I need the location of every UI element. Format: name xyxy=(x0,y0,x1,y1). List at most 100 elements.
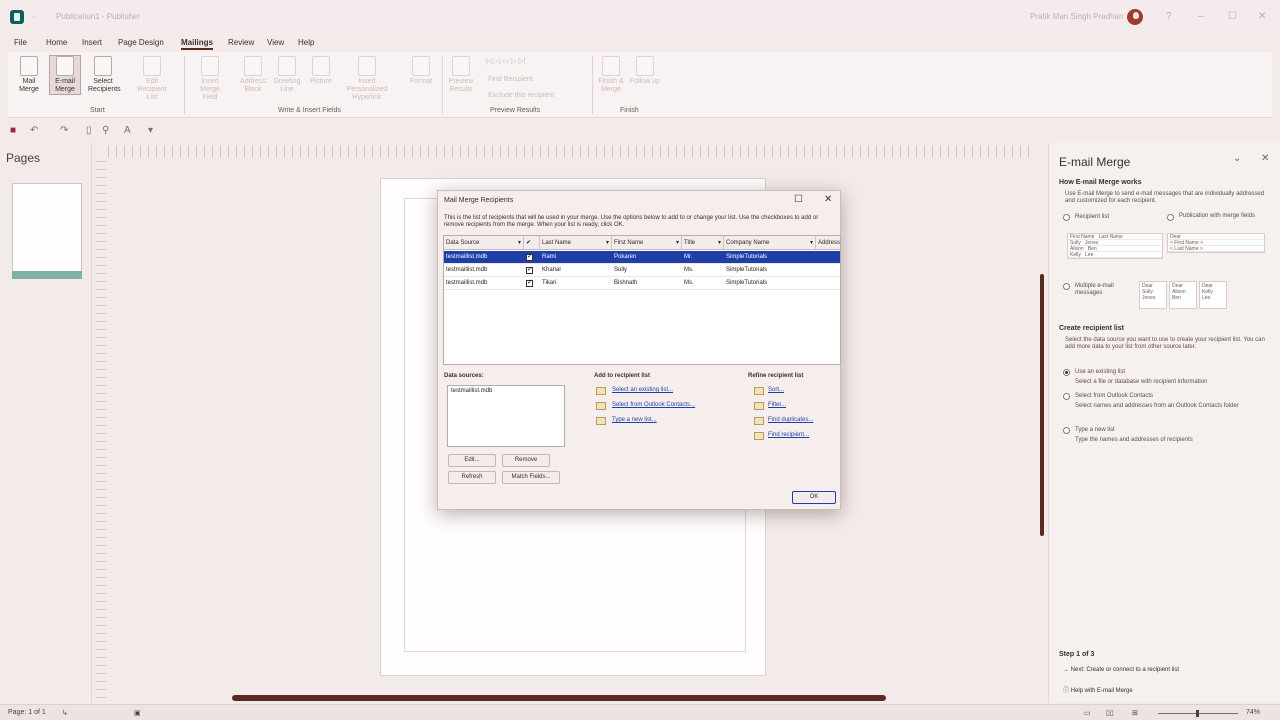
horizontal-scrollbar[interactable] xyxy=(232,695,886,701)
column-header-last-name[interactable]: Last Name ▾ xyxy=(540,236,612,250)
tab-page-design[interactable]: Page Design xyxy=(118,38,164,47)
zoom-level[interactable]: 74% xyxy=(1246,709,1260,716)
next-step-link[interactable]: → Next: Create or connect to a recipient… xyxy=(1063,667,1179,673)
cell-company: SimpleTutorials xyxy=(726,280,768,286)
type-new-list-desc: Type the names and addresses of recipien… xyxy=(1075,437,1193,443)
email-merge-button[interactable]: E-mail Merge xyxy=(49,55,81,95)
tab-review[interactable]: Review xyxy=(228,38,254,47)
address-block-button[interactable]: Address Block xyxy=(238,56,268,94)
save-icon[interactable]: ■ xyxy=(10,125,16,136)
task-pane-close-icon[interactable]: ✕ xyxy=(1261,153,1269,164)
tab-view[interactable]: View xyxy=(267,38,284,47)
insert-merge-field-button[interactable]: Insert Merge Field xyxy=(192,56,228,102)
recipients-grid[interactable]: Data Source ▾ ✔ Last Name ▾ First Name ▾ Ti… xyxy=(443,235,841,365)
mini-header: Last Name xyxy=(1098,234,1123,240)
column-header-title[interactable]: Title ▾ xyxy=(682,236,724,250)
find-duplicates-link[interactable]: Find duplicates... xyxy=(768,417,813,423)
match-fields-button[interactable]: Match Fields... xyxy=(502,471,560,484)
close-button[interactable]: ✕ xyxy=(1258,11,1266,22)
type-new-list-label[interactable]: Type a new list xyxy=(1075,427,1280,434)
vertical-scrollbar[interactable] xyxy=(1040,274,1044,536)
mail-merge-button[interactable]: Mail Merge xyxy=(14,56,44,94)
user-avatar[interactable] xyxy=(1127,9,1143,25)
follow-up-button[interactable]: Follow up xyxy=(630,56,660,86)
picture-button[interactable]: Picture xyxy=(306,56,336,86)
table-row[interactable]: testmaillist.mdb Khanal Sully Ms. Simple… xyxy=(444,264,840,277)
use-existing-list-label[interactable]: Use an existing list xyxy=(1075,369,1280,376)
select-outlook-contacts-link[interactable]: Select from Outlook Contacts... xyxy=(612,402,695,408)
column-header-company-name[interactable]: Company Name ▾ xyxy=(724,236,816,250)
column-header-address[interactable]: Address xyxy=(816,236,840,250)
row-checkbox[interactable] xyxy=(526,252,533,261)
ok-button[interactable]: OK xyxy=(792,491,836,504)
table-row[interactable]: testmaillist.mdb Rami Pokaren Mr. Simple… xyxy=(444,251,840,264)
email-merge-task-pane: E-mail Merge ⌄ ✕ How E-mail Merge works … xyxy=(1048,143,1280,703)
column-header-data-source[interactable]: Data Source ▾ xyxy=(444,236,524,250)
title-bar: ◦ Publication1 - Publisher Pratik Man Si… xyxy=(0,0,1280,34)
row-checkbox[interactable] xyxy=(526,265,533,274)
column-header-check[interactable]: ✔ xyxy=(524,236,540,250)
dialog-maximize-button[interactable]: ☐ xyxy=(794,194,803,205)
redo-icon[interactable]: ↷ xyxy=(60,125,68,136)
select-existing-list-link[interactable]: Select an existing list... xyxy=(612,387,673,393)
minimize-button[interactable]: – xyxy=(1198,11,1204,22)
user-name[interactable]: Pratik Man Singh Pradhan xyxy=(1030,12,1123,21)
tab-mailings[interactable]: Mailings xyxy=(181,38,214,50)
email-merge-label: E-mail Merge xyxy=(55,78,75,93)
single-page-view-icon[interactable]: ▭ xyxy=(1084,709,1091,717)
table-row[interactable]: testmaillist.mdb Tikari Bishnath Ms. Sim… xyxy=(444,277,840,290)
refresh-button[interactable]: Refresh xyxy=(448,471,496,484)
two-page-view-icon[interactable]: ▯▯ xyxy=(1106,709,1114,717)
exclude-recipient-button[interactable]: Exclude this recipient xyxy=(488,92,554,99)
type-new-list-radio[interactable] xyxy=(1063,427,1070,434)
insert-merge-field-icon xyxy=(201,56,219,76)
find-recipient-link[interactable]: Find recipient... xyxy=(768,432,809,438)
fit-page-icon[interactable]: ⊞ xyxy=(1132,709,1138,717)
use-existing-list-radio[interactable] xyxy=(1063,369,1070,376)
preview-results-button[interactable]: Preview Results xyxy=(446,56,476,94)
column-header-label: Company Name xyxy=(726,240,770,246)
edit-button[interactable]: Edit... xyxy=(448,454,496,467)
undo-icon[interactable]: ↶ xyxy=(30,125,38,136)
tab-file[interactable]: File xyxy=(14,38,27,47)
record-nav-controls[interactable]: |◁ ◁ ▭ ▷ ▷| xyxy=(486,57,526,65)
print-preview-icon[interactable]: ⚲ xyxy=(102,125,109,136)
insert-personalized-hyperlink-button[interactable]: Insert Personalized Hyperlink xyxy=(340,56,394,102)
chevron-down-icon[interactable]: ⌄ xyxy=(1233,153,1241,164)
finish-merge-button[interactable]: Finish & Merge xyxy=(596,56,626,94)
select-recipients-button[interactable]: Select Recipients xyxy=(88,56,121,94)
tab-insert[interactable]: Insert xyxy=(82,38,102,47)
zoom-slider-thumb[interactable] xyxy=(1196,710,1199,717)
column-header-first-name[interactable]: First Name ▾ xyxy=(612,236,682,250)
edit-recipient-list-button[interactable]: Edit Recipient List xyxy=(132,56,172,102)
cell-data-source: testmaillist.mdb xyxy=(446,254,488,260)
type-new-list-link[interactable]: Type a new list... xyxy=(612,417,657,423)
column-header-label: First Name xyxy=(614,240,644,246)
task-pane-title: E-mail Merge xyxy=(1059,155,1131,169)
sort-link[interactable]: Sort... xyxy=(768,387,784,393)
autosave-icon[interactable]: ◦ xyxy=(32,12,35,22)
preview-results-icon xyxy=(452,56,470,76)
find-recipient-button[interactable]: Find Recipient xyxy=(488,76,533,83)
maximize-button[interactable]: ☐ xyxy=(1228,11,1237,22)
data-sources-list[interactable]: testmaillist.mdb xyxy=(447,385,565,447)
row-checkbox[interactable] xyxy=(526,278,533,287)
font-color-icon[interactable]: A xyxy=(124,125,131,136)
help-icon[interactable]: ? xyxy=(1166,11,1172,22)
outlook-contacts-label[interactable]: Select from Outlook Contacts xyxy=(1075,393,1280,400)
tab-help[interactable]: Help xyxy=(298,38,314,47)
data-source-item[interactable]: testmaillist.mdb xyxy=(451,388,492,394)
greeting-line-button[interactable]: Greeting Line xyxy=(272,56,302,94)
tab-home[interactable]: Home xyxy=(46,38,67,47)
filter-link[interactable]: Filter... xyxy=(768,402,786,408)
page-thumbnail[interactable] xyxy=(12,183,82,279)
page-indicator[interactable]: Page: 1 of 1 xyxy=(8,709,46,716)
customize-qat-icon[interactable]: ▾ xyxy=(148,125,153,136)
outlook-contacts-radio[interactable] xyxy=(1063,393,1070,400)
new-icon[interactable]: ▯ xyxy=(86,125,92,136)
dropdown-arrow-icon: ▾ xyxy=(717,240,721,246)
dialog-close-button[interactable]: ✕ xyxy=(824,194,832,205)
remove-button[interactable]: Remove xyxy=(502,454,550,467)
format-button[interactable]: Format xyxy=(406,56,436,86)
help-link[interactable]: ⓘ Help with E-mail Merge xyxy=(1063,685,1133,694)
